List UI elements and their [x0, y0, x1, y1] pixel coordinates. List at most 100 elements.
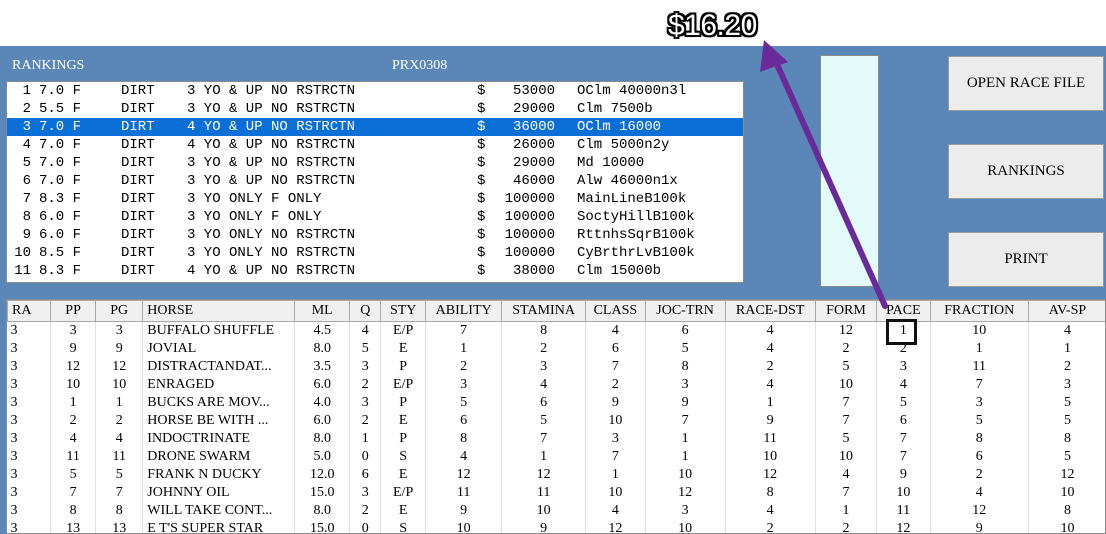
price-annotation: $16.20: [668, 9, 757, 42]
cell-pp: 1: [50, 394, 97, 412]
cell-fraction: 10: [930, 321, 1029, 340]
column-header-ra[interactable]: RA: [7, 300, 52, 322]
race-list-item[interactable]: 3 7.0 F DIRT 4 YO & UP NO RSTRCTN $36000 OClm…: [7, 118, 743, 136]
column-header-av-sp[interactable]: AV-SP: [1027, 300, 1105, 322]
cell-pg: 3: [95, 321, 144, 340]
cell-pp: 10: [50, 376, 97, 394]
cell-ability: 7: [425, 321, 503, 340]
cell-joc-trn: 7: [645, 412, 726, 430]
column-header-horse[interactable]: HORSE: [142, 300, 296, 322]
table-row[interactable]: 3 1 1 BUCKS ARE MOV... 4.0 3 P 5 6 9 9 1 7 5 3 5: [7, 394, 1105, 412]
table-row[interactable]: 3 13 13 E T'S SUPER STAR 15.0 0 S 10 9 12 10 2 2 12 9 1…: [7, 520, 1105, 533]
race-list-item[interactable]: 11 8.3 F DIRT 4 YO & UP NO RSTRCTN $38000 Clm…: [7, 262, 743, 280]
cell-q: 3: [349, 484, 382, 502]
race-list-item[interactable]: 8 6.0 F DIRT 3 YO ONLY F ONLY $100000 SoctyHi…: [7, 208, 743, 226]
table-row[interactable]: 3 3 3 BUFFALO SHUFFLE 4.5 4 E/P 7 8 4 6 4 12 1 10 4: [7, 321, 1105, 340]
table-row[interactable]: 3 11 11 DRONE SWARM 5.0 0 S 4 1 7 1 10 10 7 6 5: [7, 448, 1105, 466]
race-dollar: $: [477, 101, 486, 117]
cell-pace: 11: [876, 502, 931, 520]
cell-pace: 4: [876, 376, 931, 394]
open-race-file-button[interactable]: OPEN RACE FILE: [948, 56, 1104, 111]
cell-pp: 11: [50, 448, 97, 466]
race-list-item[interactable]: 7 8.3 F DIRT 3 YO ONLY F ONLY $100000 MainLin…: [7, 190, 743, 208]
column-header-fraction[interactable]: FRACTION: [929, 300, 1029, 322]
column-header-race-dst[interactable]: RACE-DST: [724, 300, 816, 322]
column-header-pp[interactable]: PP: [50, 300, 97, 322]
cell-ra: 3: [7, 321, 52, 340]
rankings-table: RA PP PG HORSE ML Q STY ABILITY STAMINA CLASS JOC-…: [7, 300, 1105, 533]
race-list-item[interactable]: 5 7.0 F DIRT 3 YO & UP NO RSTRCTN $29000 Md 1…: [7, 154, 743, 172]
cell-pg: 2: [95, 412, 144, 430]
cell-q: 2: [349, 502, 382, 520]
race-purse: 26000: [512, 137, 555, 153]
cell-fraction: 5: [930, 412, 1029, 430]
cell-ability: 11: [425, 484, 503, 502]
table-row[interactable]: 3 5 5 FRANK N DUCKY 12.0 6 E 12 12 1 10 12 4 9 2 12: [7, 466, 1105, 484]
cell-pp: 13: [50, 520, 97, 533]
cell-sty: S: [380, 520, 427, 533]
table-row[interactable]: 3 9 9 JOVIAL 8.0 5 E 1 2 6 5 4 2 2 1 1: [7, 340, 1105, 358]
cell-horse: WILL TAKE CONT...: [142, 502, 296, 520]
table-row[interactable]: 3 2 2 HORSE BE WITH ... 6.0 2 E 6 5 10 7 9 7 6 5 5: [7, 412, 1105, 430]
cell-stamina: 3: [501, 358, 587, 376]
cell-pp: 9: [50, 340, 97, 358]
column-header-form[interactable]: FORM: [814, 300, 878, 322]
rankings-button[interactable]: RANKINGS: [948, 144, 1104, 199]
cell-fraction: 7: [930, 376, 1029, 394]
cell-pace: 7: [876, 430, 931, 448]
race-list-item[interactable]: 2 5.5 F DIRT 3 YO & UP NO RSTRCTN $29000 Clm …: [7, 100, 743, 118]
cell-ability: 10: [425, 520, 503, 533]
cell-pace: 6: [876, 412, 931, 430]
race-dist: 7.0 F: [39, 119, 82, 135]
column-header-ability[interactable]: ABILITY: [425, 300, 503, 322]
column-header-stamina[interactable]: STAMINA: [501, 300, 587, 322]
column-header-class[interactable]: CLASS: [585, 300, 646, 322]
cell-class: 4: [585, 321, 646, 340]
cell-joc-trn: 9: [645, 394, 726, 412]
race-dist: 7.0 F: [39, 83, 82, 99]
race-dollar: $: [477, 137, 486, 153]
cell-fraction: 12: [930, 502, 1029, 520]
table-row[interactable]: 3 10 10 ENRAGED 6.0 2 E/P 3 4 2 3 4 10 4 7 3: [7, 376, 1105, 394]
cell-ability: 5: [425, 394, 503, 412]
column-header-pg[interactable]: PG: [95, 300, 144, 322]
table-row[interactable]: 3 12 12 DISTRACTANDAT... 3.5 3 P 2 3 7 8 2 5 3 11 2: [7, 358, 1105, 376]
cell-joc-trn: 10: [645, 520, 726, 533]
race-type: Clm 7500b: [577, 101, 653, 117]
cell-horse: DISTRACTANDAT...: [142, 358, 296, 376]
rankings-grid[interactable]: RA PP PG HORSE ML Q STY ABILITY STAMINA CLASS JOC-…: [6, 299, 1106, 534]
race-listbox[interactable]: 1 7.0 F DIRT 3 YO & UP NO RSTRCTN $53000 OClm…: [6, 81, 744, 283]
cell-q: 6: [349, 466, 382, 484]
race-list-item[interactable]: 1 7.0 F DIRT 3 YO & UP NO RSTRCTN $53000 OClm…: [7, 82, 743, 100]
cell-ml: 4.0: [294, 394, 351, 412]
cell-class: 7: [585, 358, 646, 376]
race-surf: DIRT: [121, 209, 155, 225]
race-list-item[interactable]: 9 6.0 F DIRT 3 YO ONLY NO RSTRCTN $100000 Rtt…: [7, 226, 743, 244]
cell-sty: P: [380, 430, 427, 448]
print-button[interactable]: PRINT: [948, 232, 1104, 287]
table-row[interactable]: 3 7 7 JOHNNY OIL 15.0 3 E/P 11 11 10 12 8 7 10 4 10: [7, 484, 1105, 502]
cell-class: 6: [585, 340, 646, 358]
race-list-item[interactable]: 4 7.0 F DIRT 4 YO & UP NO RSTRCTN $26000 Clm …: [7, 136, 743, 154]
column-header-sty[interactable]: STY: [380, 300, 427, 322]
cell-horse: BUCKS ARE MOV...: [142, 394, 296, 412]
table-row[interactable]: 3 4 4 INDOCTRINATE 8.0 1 P 8 7 3 1 11 5 7 8 8: [7, 430, 1105, 448]
race-list-item[interactable]: 6 7.0 F DIRT 3 YO & UP NO RSTRCTN $46000 Alw …: [7, 172, 743, 190]
race-dollar: $: [477, 227, 486, 243]
cell-pg: 12: [95, 358, 144, 376]
cell-form: 7: [815, 394, 878, 412]
table-row[interactable]: 3 8 8 WILL TAKE CONT... 8.0 2 E 9 10 4 3 4 1 11 12 8: [7, 502, 1105, 520]
cell-pp: 4: [50, 430, 97, 448]
cell-ml: 6.0: [294, 376, 351, 394]
cell-q: 4: [349, 321, 382, 340]
cell-pg: 7: [95, 484, 144, 502]
column-header-ml[interactable]: ML: [294, 300, 351, 322]
race-dist: 8.5 F: [39, 245, 82, 261]
column-header-joc-trn[interactable]: JOC-TRN: [644, 300, 726, 322]
race-purse: 36000: [512, 119, 555, 135]
cell-av-sp: 2: [1028, 358, 1105, 376]
column-header-q[interactable]: Q: [349, 300, 382, 322]
cell-ml: 3.5: [294, 358, 351, 376]
race-list-item[interactable]: 10 8.5 F DIRT 3 YO ONLY NO RSTRCTN $100000 Cy…: [7, 244, 743, 262]
race-desc: 3 YO & UP NO RSTRCTN: [187, 101, 356, 117]
